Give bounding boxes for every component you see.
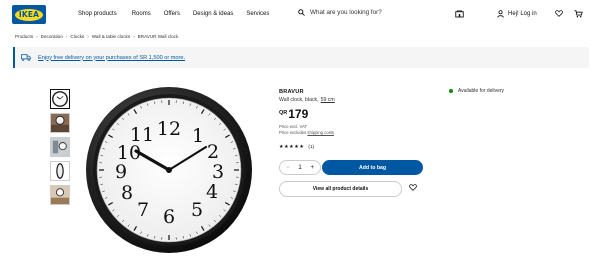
price-currency: QR [279,110,288,116]
banner-accent-stripe [13,47,15,68]
breadcrumb-products[interactable]: Products [15,34,33,39]
numeral-9: 9 [115,161,127,183]
thumbnail-clock-front[interactable] [50,89,70,109]
product-measurement-link[interactable]: 59 cm [321,97,335,103]
cart-icon[interactable] [574,10,583,18]
breadcrumb-decoration[interactable]: Decoration [41,34,63,39]
nav-shop-products[interactable]: Shop products [78,11,117,17]
breadcrumb-current: BRAVUR Wall clock [137,34,179,39]
product-name: BRAVUR [279,89,304,95]
numeral-8: 8 [121,182,133,204]
top-header: IKEA Shop products Rooms Offers Design &… [0,0,600,30]
quantity-decrease-button[interactable]: − [286,165,290,171]
side-thumbnail-image [51,162,69,180]
quantity-value[interactable]: 1 [298,165,301,171]
shipping-note: Price excludes shipping costs [279,130,334,135]
numeral-4: 4 [206,181,218,203]
store-icon[interactable] [455,10,464,18]
nav-offers[interactable]: Offers [164,11,180,17]
availability-text: Available for delivery [458,88,505,94]
breadcrumb-wall-table-clocks[interactable]: Wall & table clocks [92,34,130,39]
numeral-6: 6 [163,206,175,228]
clock-thumbnail-image [52,91,68,107]
search-icon [298,9,305,16]
heart-icon[interactable] [555,10,563,17]
thumbnail-clock-wall[interactable] [50,137,70,157]
thumbnail-clock-side[interactable] [50,161,70,181]
shipping-prefix: Price excludes [279,130,307,135]
breadcrumb-separator: › [36,34,38,39]
quantity-increase-button[interactable]: + [310,165,314,171]
view-details-button[interactable]: View all product details [279,181,402,197]
price-amount: 179 [288,107,309,121]
login-label: Hej! Log in [508,11,537,17]
product-price: QR 179 [279,108,308,120]
product-rating[interactable]: ★★★★★ (1) [279,144,314,150]
numeral-11: 11 [130,124,154,146]
ikea-logo[interactable]: IKEA [12,5,46,24]
search-placeholder: What are you looking for? [310,9,382,16]
numeral-1: 1 [192,125,204,147]
breadcrumb-separator: › [87,34,89,39]
delivery-banner-link[interactable]: Enjoy free delivery on your purchases of… [38,55,185,61]
numeral-12: 12 [157,118,181,140]
main-nav: Shop products Rooms Offers Design & idea… [78,11,282,17]
rating-stars: ★★★★★ [279,144,305,150]
nav-rooms[interactable]: Rooms [132,11,151,17]
breadcrumb-separator: › [133,34,135,39]
delivery-banner: Enjoy free delivery on your purchases of… [13,47,589,68]
numeral-3: 3 [212,161,224,183]
favourite-heart-icon[interactable] [409,184,417,191]
review-count: (1) [308,144,315,149]
thumbnail-clock-kitchen[interactable] [50,113,70,133]
thumbnail-clock-room[interactable] [50,185,70,205]
breadcrumb-clocks[interactable]: Clocks [70,34,84,39]
login-button[interactable]: Hej! Log in [497,10,537,18]
numeral-5: 5 [191,199,203,221]
vat-note: Price excl. VAT [279,124,307,129]
product-type: Wall clock, black, [279,97,319,103]
logo-oval: IKEA [15,8,43,21]
product-description: Wall clock, black, 59 cm [279,97,335,103]
user-icon [497,10,504,18]
nav-services[interactable]: Services [246,11,269,17]
availability-dot-icon [449,89,453,93]
wall-thumbnail-image [51,138,69,156]
shipping-costs-link[interactable]: shipping costs [307,130,334,135]
kitchen-thumbnail-image [51,114,69,132]
truck-icon [21,54,31,61]
add-to-bag-button[interactable]: Add to bag [322,160,423,175]
clock-center [166,167,172,173]
room-thumbnail-image [51,186,69,204]
wall-clock-image: 12 1 2 3 4 5 6 7 8 9 10 11 [86,87,252,253]
availability-status: Available for delivery [449,88,504,94]
nav-design-ideas[interactable]: Design & ideas [193,11,233,17]
main-product-image: 12 1 2 3 4 5 6 7 8 9 10 11 [80,85,260,255]
breadcrumb-separator: › [65,34,68,39]
search-input[interactable]: What are you looking for? [298,9,382,16]
numeral-7: 7 [137,199,149,221]
breadcrumb: Products › Decoration › Clocks › Wall & … [15,34,178,39]
quantity-stepper: − 1 + [279,160,321,175]
numeral-2: 2 [207,141,219,163]
logo-text: IKEA [18,10,40,19]
